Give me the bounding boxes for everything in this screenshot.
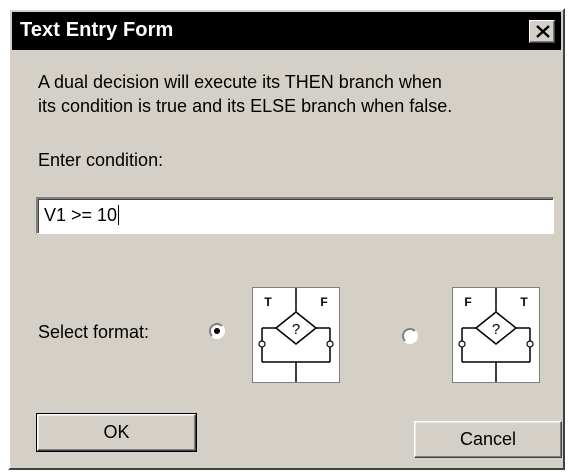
format-false-left-diagram[interactable]: ? F T [452, 287, 540, 383]
left-branch-label: T [264, 295, 272, 309]
ok-button[interactable]: OK [36, 413, 197, 452]
description-line-2: its condition is true and its ELSE branc… [38, 96, 453, 116]
question-mark: ? [292, 321, 300, 338]
close-icon [536, 25, 550, 38]
left-branch-label: F [464, 295, 471, 309]
condition-input[interactable]: V1 >= 10 [36, 197, 554, 234]
question-mark: ? [492, 321, 500, 338]
window-title: Text Entry Form [20, 19, 174, 41]
text-entry-dialog: Text Entry Form A dual decision will exe… [8, 8, 565, 470]
format-true-left-diagram[interactable]: ? T F [252, 287, 340, 383]
right-branch-label: T [520, 295, 528, 309]
dual-decision-icon: ? F T [458, 288, 534, 382]
format-label: Select format: [38, 322, 150, 342]
format-option-false-left-radio[interactable] [402, 328, 418, 344]
right-branch-label: F [320, 295, 327, 309]
close-button[interactable] [529, 20, 555, 43]
cancel-button[interactable]: Cancel [414, 421, 562, 458]
condition-input-value: V1 >= 10 [44, 205, 118, 225]
title-bar[interactable]: Text Entry Form [12, 12, 561, 50]
text-caret [118, 205, 120, 225]
condition-label: Enter condition: [38, 150, 164, 170]
radio-selected-dot [214, 328, 220, 334]
description-line-1: A dual decision will execute its THEN br… [38, 72, 442, 92]
format-option-true-left-radio[interactable] [209, 323, 225, 339]
dual-decision-icon: ? T F [258, 288, 334, 382]
description-text: A dual decision will execute its THEN br… [38, 70, 558, 118]
